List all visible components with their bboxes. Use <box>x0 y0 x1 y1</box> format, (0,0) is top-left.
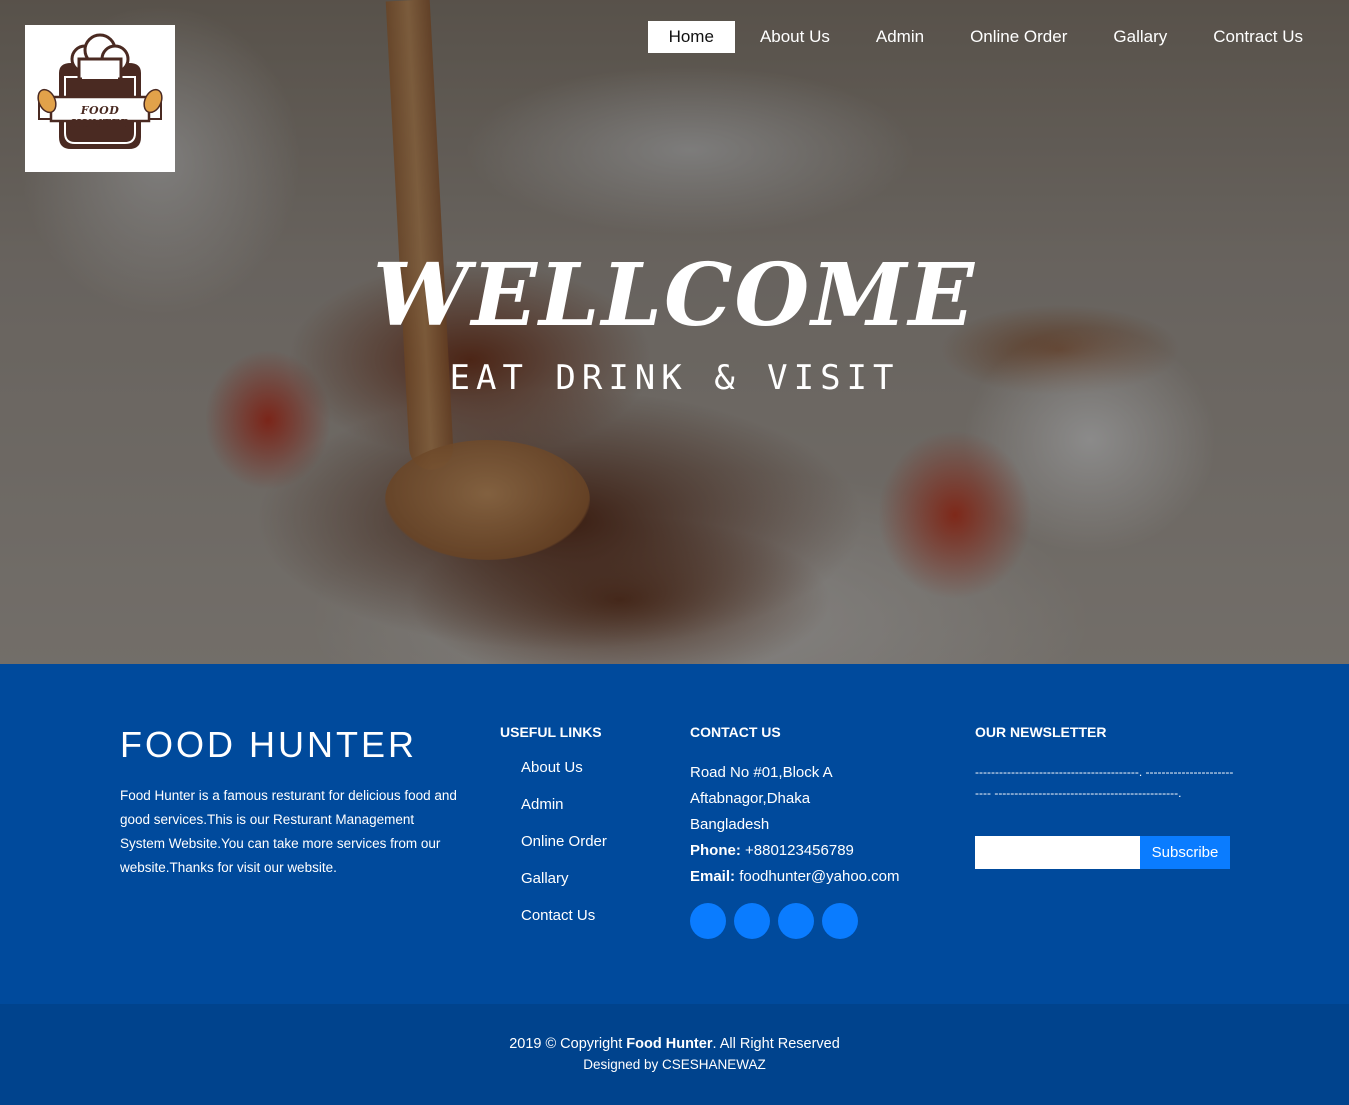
footer-link-online-order[interactable]: Online Order <box>521 833 607 870</box>
nav-about-us[interactable]: About Us <box>739 21 851 53</box>
footer-link-contact-us[interactable]: Contact Us <box>521 907 607 944</box>
footer: FOOD HUNTER Food Hunter is a famous rest… <box>0 664 1349 1004</box>
phone-number: +880123456789 <box>745 842 854 859</box>
newsletter-email-input[interactable] <box>975 836 1140 869</box>
email-row: Email: foodhunter@yahoo.com <box>690 864 900 890</box>
footer-link-admin[interactable]: Admin <box>521 796 607 833</box>
social-links <box>690 903 866 939</box>
email-label: Email: <box>690 868 736 885</box>
nav-admin[interactable]: Admin <box>855 21 945 53</box>
footer-link-gallary[interactable]: Gallary <box>521 870 607 907</box>
footer-brand-description: Food Hunter is a famous resturant for de… <box>120 788 457 875</box>
phone-label: Phone: <box>690 842 741 859</box>
contact-heading: CONTACT US <box>690 724 781 740</box>
newsletter-form: Subscribe <box>975 836 1230 869</box>
copyright-brand: Food Hunter <box>626 1036 713 1052</box>
copyright-prefix: 2019 © Copyright <box>509 1036 627 1052</box>
social-icon-1[interactable] <box>690 903 726 939</box>
useful-links-heading: USEFUL LINKS <box>500 724 602 740</box>
newsletter-heading: OUR NEWSLETTER <box>975 724 1107 740</box>
newsletter-text: ----------------------------------------… <box>975 765 1234 800</box>
email-address[interactable]: foodhunter@yahoo.com <box>739 868 899 885</box>
designed-by-text: Designed by CSESHANEWAZ <box>583 1057 766 1072</box>
footer-link-about-us[interactable]: About Us <box>521 759 607 796</box>
copyright-suffix: . All Right Reserved <box>712 1036 840 1052</box>
contact-details: Road No #01,Block A Aftabnagor,Dhaka Ban… <box>690 760 900 890</box>
social-icon-4[interactable] <box>822 903 858 939</box>
site-logo[interactable]: FOOD HUNTER <box>25 25 175 172</box>
phone-row: Phone: +880123456789 <box>690 838 900 864</box>
subscribe-button[interactable]: Subscribe <box>1140 836 1230 869</box>
address-line-3: Bangladesh <box>690 816 770 833</box>
chef-hat-icon <box>37 33 163 149</box>
hero-section: FOOD HUNTER Home About Us Admin Online O… <box>0 0 1349 664</box>
useful-links-list: About Us Admin Online Order Gallary Cont… <box>521 759 607 944</box>
social-icon-3[interactable] <box>778 903 814 939</box>
address-line-1: Road No #01,Block A <box>690 764 833 781</box>
copyright-text: 2019 © Copyright Food Hunter. All Right … <box>0 1036 1349 1052</box>
logo-text: FOOD HUNTER <box>70 104 130 130</box>
nav-online-order[interactable]: Online Order <box>949 21 1088 53</box>
main-nav: Home About Us Admin Online Order Gallary… <box>644 21 1324 53</box>
hero-subtitle: EAT DRINK & VISIT <box>449 358 900 398</box>
address-line-2: Aftabnagor,Dhaka <box>690 790 811 807</box>
copyright-bar: 2019 © Copyright Food Hunter. All Right … <box>0 1004 1349 1105</box>
social-icon-2[interactable] <box>734 903 770 939</box>
nav-home[interactable]: Home <box>647 21 735 53</box>
hero-title: WELLCOME <box>372 245 977 346</box>
nav-contract-us[interactable]: Contract Us <box>1192 21 1324 53</box>
footer-brand-title: FOOD HUNTER <box>120 724 417 765</box>
nav-gallary[interactable]: Gallary <box>1092 21 1188 53</box>
